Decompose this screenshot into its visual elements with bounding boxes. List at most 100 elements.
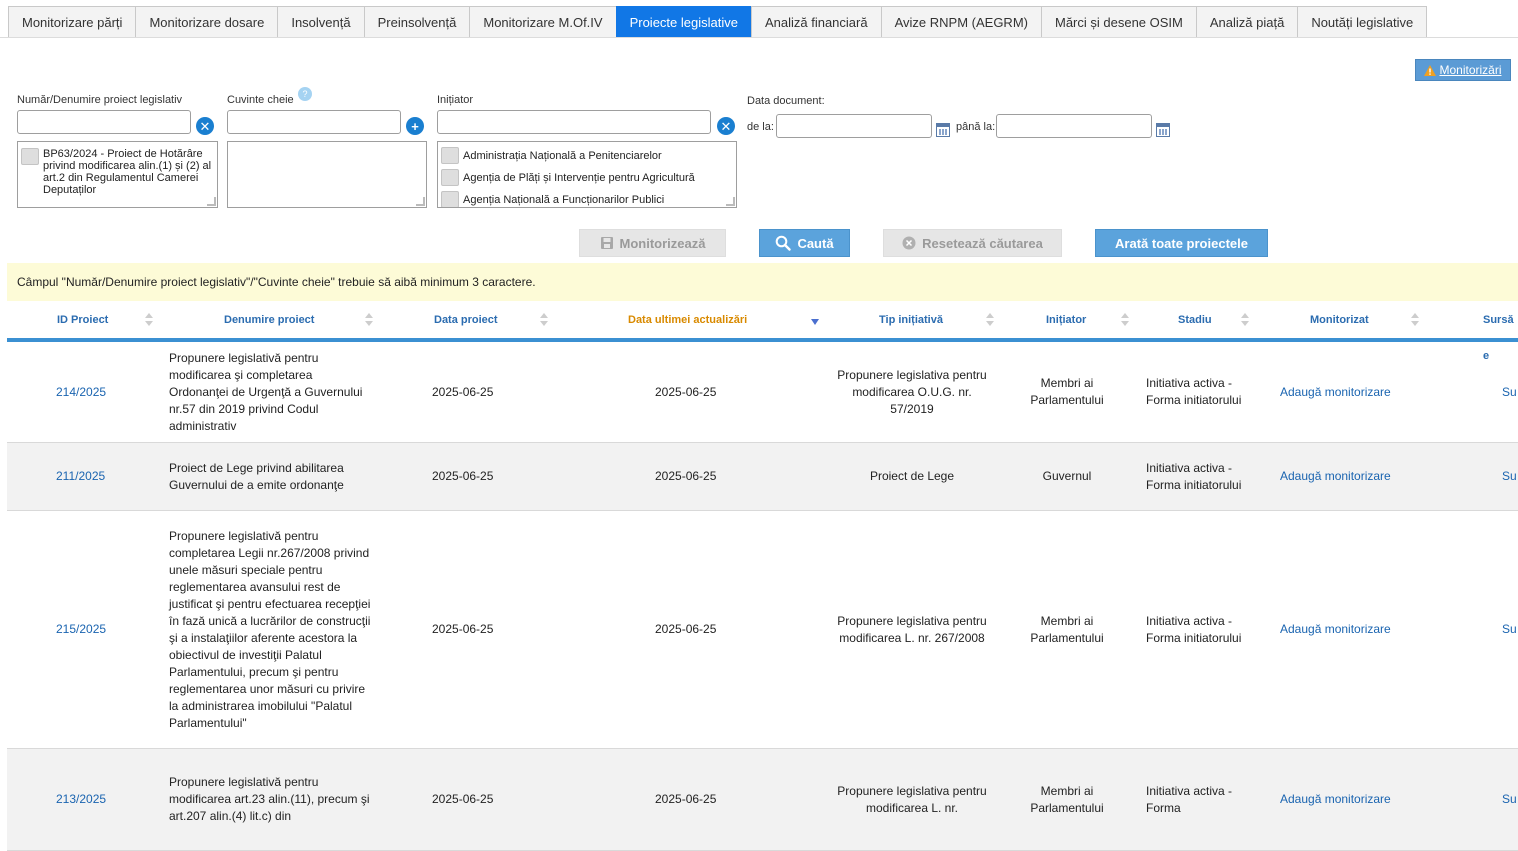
- resize-handle[interactable]: [416, 197, 425, 206]
- tab-monitorizare-parti[interactable]: Monitorizare părți: [8, 6, 136, 38]
- cuvinte-list[interactable]: [227, 141, 427, 208]
- col-header-initiator[interactable]: Inițiator: [1046, 302, 1086, 338]
- proiect-label: Număr/Denumire proiect legislativ: [17, 94, 183, 106]
- status: Initiativa activa - Forma: [1146, 783, 1233, 815]
- list-item[interactable]: BP63/2024 - Proiect de Hotărâre privind …: [18, 142, 217, 196]
- project-name: Propunere legislativă pentru completarea…: [169, 528, 371, 730]
- tab-analiza-piata[interactable]: Analiză piață: [1195, 6, 1298, 38]
- project-id-link[interactable]: 213/2025: [56, 749, 156, 850]
- tabs-divider: [0, 37, 1518, 38]
- initiative-type: Propunere legislativa pentru modificarea…: [837, 613, 987, 645]
- project-date: 2025-06-25: [432, 792, 494, 806]
- clear-initiator-button[interactable]: ✕: [717, 117, 735, 135]
- tab-noutati-legislative[interactable]: Noutăți legislative: [1297, 6, 1428, 38]
- list-item[interactable]: Agenția de Plăți și Intervenție pentru A…: [438, 164, 736, 186]
- add-monitoring-link[interactable]: Adaugă monitorizare: [1280, 342, 1420, 442]
- close-icon: ✕: [199, 118, 211, 134]
- proiect-input[interactable]: [17, 110, 191, 134]
- source-link[interactable]: Su: [1502, 511, 1518, 748]
- add-monitoring-link[interactable]: Adaugă monitorizare: [1280, 443, 1420, 510]
- col-header-id[interactable]: ID Proiect: [57, 302, 108, 338]
- tab-monitorizare-mof[interactable]: Monitorizare M.Of.IV: [469, 6, 616, 38]
- col-header-denumire[interactable]: Denumire proiect: [224, 302, 314, 338]
- table-row: 215/2025 Propunere legislativă pentru co…: [7, 511, 1518, 749]
- monitorizari-button[interactable]: Monitorizări: [1415, 59, 1511, 81]
- table-row: 211/2025 Proiect de Lege privind abilita…: [7, 443, 1518, 511]
- resize-handle[interactable]: [207, 197, 216, 206]
- add-monitoring-link[interactable]: Adaugă monitorizare: [1280, 511, 1420, 748]
- status: Initiativa activa - Forma initiatorului: [1146, 613, 1242, 645]
- initiative-type: Propunere legislativa pentru modificarea…: [837, 367, 987, 416]
- list-item-label: Agenția de Plăți și Intervenție pentru A…: [463, 172, 695, 184]
- date-to-input[interactable]: [996, 114, 1152, 138]
- sort-icon[interactable]: [986, 313, 994, 327]
- col-header-data-actualizare[interactable]: Data ultimei actualizări: [628, 302, 747, 338]
- col-header-sursa[interactable]: Sursă e: [1483, 302, 1518, 362]
- date-from-input[interactable]: [776, 114, 932, 138]
- add-cuvant-button[interactable]: +: [406, 117, 424, 135]
- sort-icon[interactable]: [1241, 313, 1249, 327]
- tab-analiza-financiara[interactable]: Analiză financiară: [750, 6, 881, 38]
- monitorizeaza-button[interactable]: Monitorizează: [579, 229, 726, 257]
- tab-preinsolventa[interactable]: Preinsolvență: [363, 6, 470, 38]
- list-item[interactable]: Agenția Națională a Funcționarilor Publi…: [438, 186, 736, 207]
- pana-la-label: până la:: [956, 121, 996, 133]
- item-checkbox[interactable]: [441, 191, 459, 207]
- col-header-monitorizat[interactable]: Monitorizat: [1310, 302, 1369, 338]
- proiect-selected-list[interactable]: BP63/2024 - Proiect de Hotărâre privind …: [17, 141, 218, 208]
- project-id-link[interactable]: 215/2025: [56, 511, 156, 748]
- calendar-icon[interactable]: [936, 123, 950, 137]
- table-header: ID Proiect Denumire proiect Data proiect…: [7, 302, 1518, 362]
- sort-icon[interactable]: [145, 313, 153, 327]
- project-name: Proiect de Lege privind abilitarea Guver…: [169, 460, 344, 492]
- sort-desc-icon[interactable]: [811, 319, 819, 325]
- tab-insolventa[interactable]: Insolvență: [277, 6, 364, 38]
- list-item-label: Administrația Națională a Penitenciarelo…: [463, 150, 662, 162]
- monitorizari-label: Monitorizări: [1439, 63, 1502, 77]
- resize-handle[interactable]: [726, 197, 735, 206]
- project-id-link[interactable]: 214/2025: [56, 342, 156, 442]
- reseteaza-button[interactable]: Resetează căutarea: [883, 229, 1062, 257]
- initiator-input[interactable]: [437, 110, 711, 134]
- update-date: 2025-06-25: [655, 469, 717, 483]
- col-header-tip[interactable]: Tip inițiativă: [879, 302, 943, 338]
- item-checkbox[interactable]: [21, 148, 39, 165]
- validation-notice: Câmpul "Număr/Denumire proiect legislati…: [7, 263, 1518, 301]
- tab-avize-rnpm[interactable]: Avize RNPM (AEGRM): [880, 6, 1041, 38]
- source-link[interactable]: Su: [1502, 749, 1518, 850]
- status: Initiativa activa - Forma initiatorului: [1146, 460, 1242, 492]
- col-header-stadiu[interactable]: Stadiu: [1178, 302, 1212, 338]
- item-checkbox[interactable]: [441, 169, 459, 186]
- initiative-type: Proiect de Lege: [869, 469, 955, 483]
- project-date: 2025-06-25: [432, 622, 494, 636]
- source-link[interactable]: Su: [1502, 443, 1518, 510]
- clear-proiect-button[interactable]: ✕: [196, 117, 214, 135]
- arata-toate-button[interactable]: Arată toate proiectele: [1095, 229, 1268, 257]
- item-checkbox[interactable]: [441, 147, 459, 164]
- list-item[interactable]: Administrația Națională a Penitenciarelo…: [438, 142, 736, 164]
- source-link[interactable]: Su: [1502, 342, 1518, 442]
- help-icon[interactable]: ?: [298, 87, 312, 101]
- cauta-button[interactable]: Caută: [759, 229, 850, 257]
- initiator: Membri ai Parlamentului: [1030, 613, 1104, 645]
- list-item-label: Agenția Națională a Funcționarilor Publi…: [463, 194, 665, 206]
- plus-icon: +: [411, 118, 419, 134]
- cuvinte-input[interactable]: [227, 110, 401, 134]
- sort-icon[interactable]: [365, 313, 373, 327]
- sort-icon[interactable]: [1121, 313, 1129, 327]
- col-header-data-proiect[interactable]: Data proiect: [434, 302, 498, 338]
- tab-proiecte-legislative[interactable]: Proiecte legislative: [615, 6, 751, 38]
- warning-icon: [1424, 64, 1437, 76]
- tab-marci-osim[interactable]: Mărci și desene OSIM: [1040, 6, 1196, 38]
- project-id-link[interactable]: 211/2025: [56, 443, 156, 510]
- sort-icon[interactable]: [1411, 313, 1419, 327]
- project-date: 2025-06-25: [432, 469, 494, 483]
- sort-icon[interactable]: [540, 313, 548, 327]
- initiator-label: Inițiator: [437, 94, 474, 106]
- tab-monitorizare-dosare[interactable]: Monitorizare dosare: [135, 6, 278, 38]
- initiator-list[interactable]: Administrația Națională a Penitenciarelo…: [437, 141, 737, 208]
- add-monitoring-link[interactable]: Adaugă monitorizare: [1280, 749, 1420, 850]
- save-icon: [600, 237, 613, 249]
- calendar-icon[interactable]: [1156, 123, 1170, 137]
- update-date: 2025-06-25: [655, 384, 717, 399]
